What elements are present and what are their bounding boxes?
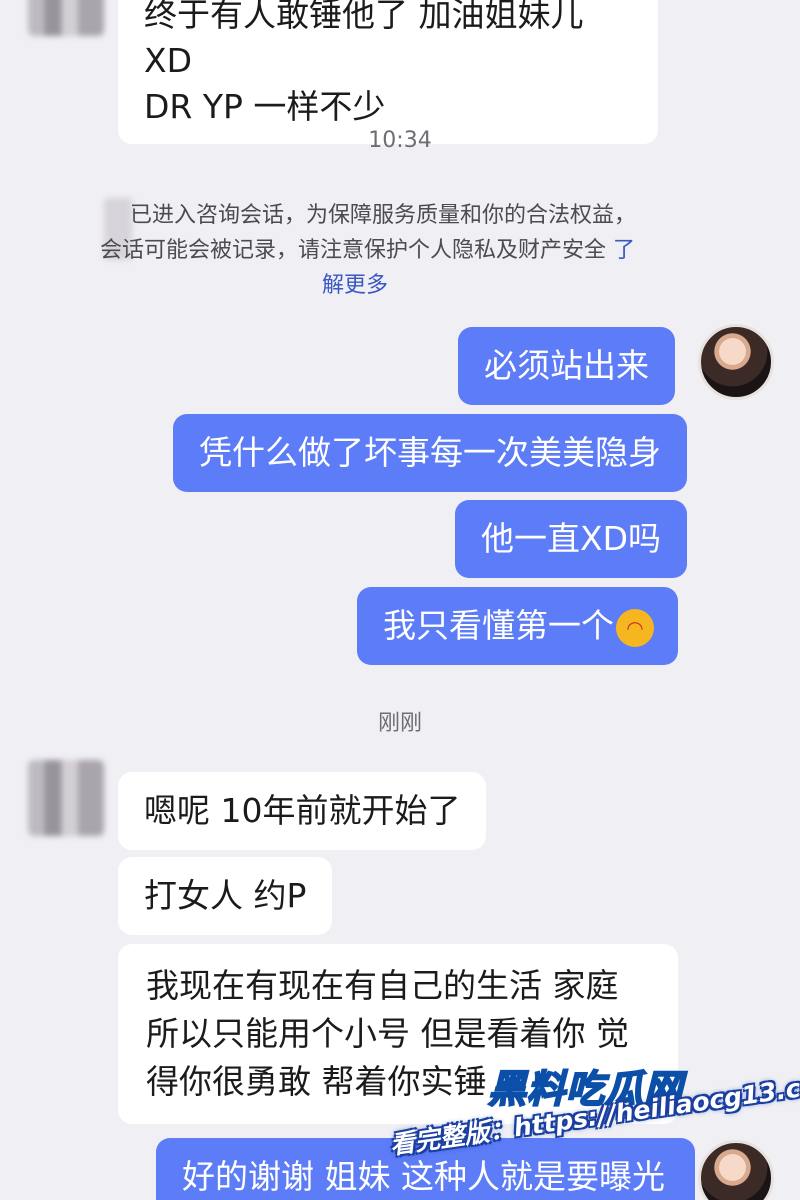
outgoing-message-bubble[interactable]: 他一直XD吗 <box>455 500 688 578</box>
learn-more-link-cont[interactable]: 解更多 <box>322 273 388 298</box>
chat-screen: { "messages_top": { "incoming_0_line1": … <box>0 0 800 1200</box>
message-text: 终于有人敢锤他了 加油姐妹儿 XD <box>144 0 584 80</box>
self-avatar[interactable] <box>698 1140 774 1200</box>
learn-more-link[interactable]: 了 <box>613 238 635 263</box>
message-text: DR YP 一样不少 <box>144 87 386 126</box>
sender-avatar[interactable] <box>28 760 104 836</box>
self-avatar[interactable] <box>698 324 774 400</box>
notice-line: 会话可能会被记录，请注意保护个人隐私及财产安全 了 <box>100 233 710 268</box>
incoming-message-bubble[interactable]: 终于有人敢锤他了 加油姐妹儿 XD DR YP 一样不少 <box>118 0 658 144</box>
incoming-message-bubble[interactable]: 打女人 约P <box>118 857 333 935</box>
outgoing-message-bubble[interactable]: 必须站出来 <box>458 327 675 405</box>
system-notice: 已进入咨询会话，为保障服务质量和你的合法权益， 会话可能会被记录，请注意保护个人… <box>100 198 710 303</box>
notice-line: 解更多 <box>100 268 710 303</box>
outgoing-message-bubble[interactable]: 我只看懂第一个 ◠ <box>357 587 678 665</box>
notice-text: 会话可能会被记录，请注意保护个人隐私及财产安全 <box>100 238 613 263</box>
laughing-crying-emoji-icon: ◠ <box>616 608 654 647</box>
timestamp: 10:34 <box>368 128 432 153</box>
message-text: 我只看懂第一个 <box>383 606 614 645</box>
sender-avatar[interactable] <box>28 0 104 36</box>
notice-line: 已进入咨询会话，为保障服务质量和你的合法权益， <box>130 203 637 228</box>
outgoing-message-bubble[interactable]: 凭什么做了坏事每一次美美隐身 <box>173 414 687 492</box>
timestamp: 刚刚 <box>377 711 422 736</box>
incoming-message-bubble[interactable]: 嗯呢 10年前就开始了 <box>118 772 487 850</box>
